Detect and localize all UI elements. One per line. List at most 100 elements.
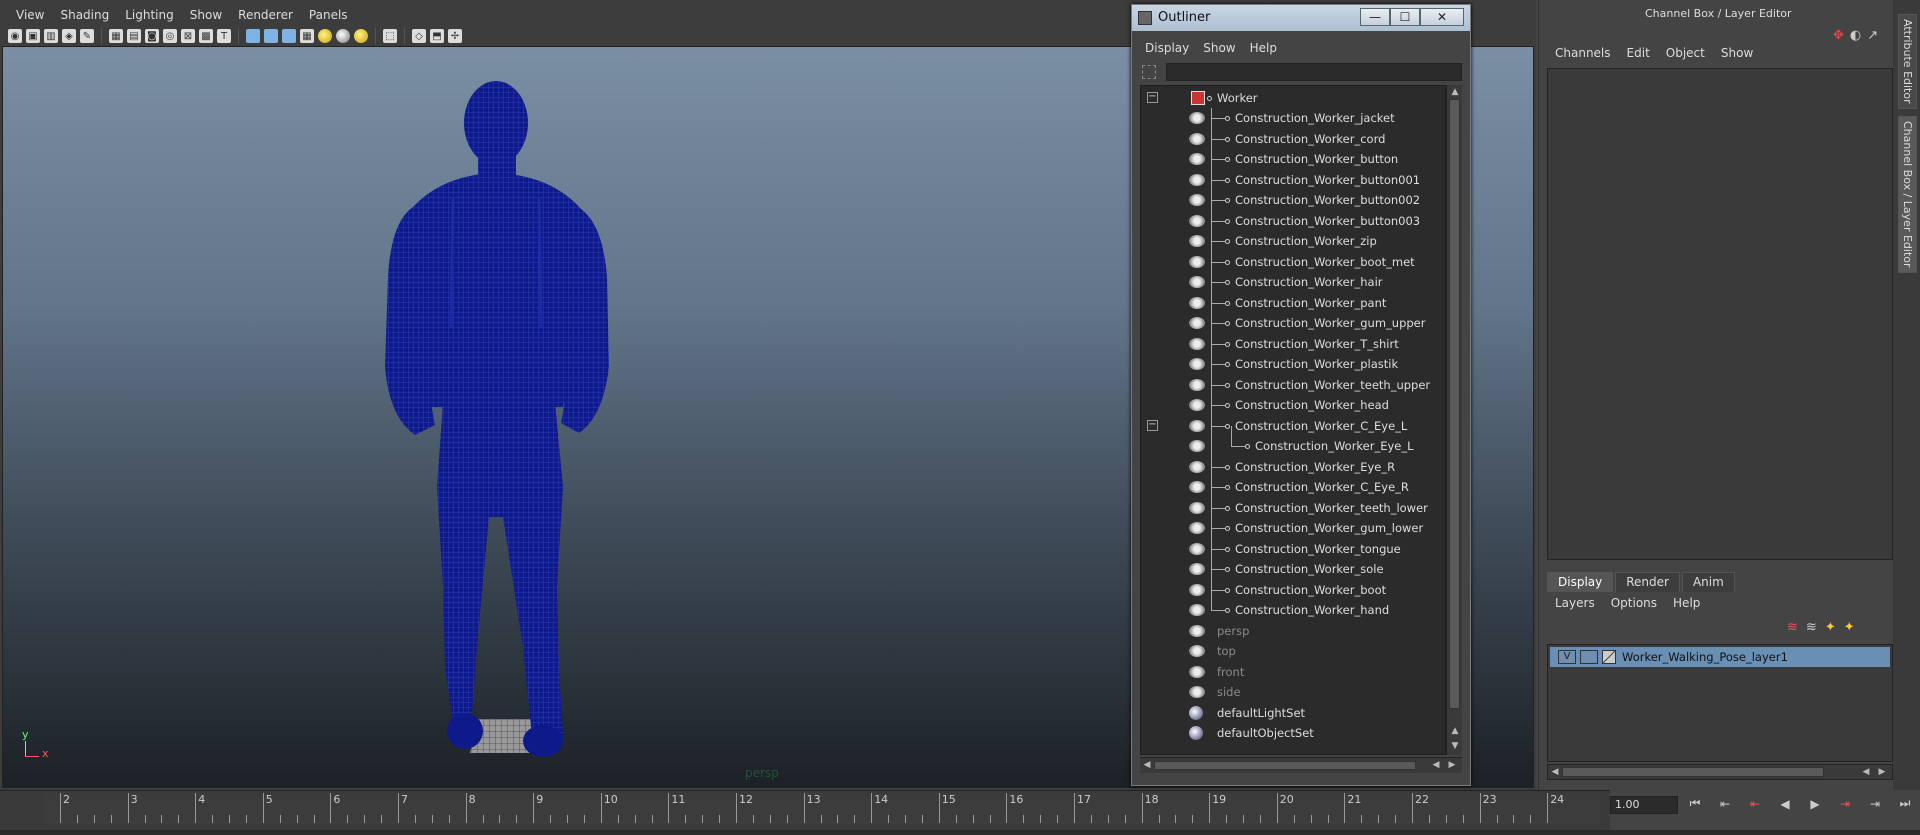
step-back-frame-icon[interactable]: ⇤ xyxy=(1746,797,1764,811)
tab-attribute-editor[interactable]: Attribute Editor xyxy=(1898,14,1917,109)
menu-shading[interactable]: Shading xyxy=(52,4,117,26)
scrollbar-thumb[interactable] xyxy=(1562,767,1824,777)
layer-color-swatch[interactable] xyxy=(1602,650,1616,664)
select-camera-icon[interactable]: ◉ xyxy=(8,29,22,43)
tree-row[interactable]: Construction_Worker_boot xyxy=(1141,580,1445,600)
step-forward-frame-icon[interactable]: ⇥ xyxy=(1836,797,1854,811)
tree-row[interactable]: Construction_Worker_pant xyxy=(1141,293,1445,313)
go-to-end-icon[interactable]: ⏭ xyxy=(1896,796,1914,811)
time-slider-track[interactable]: 2 3 4 5 6 7 8 9 10 11 12 13 14 15 16 17 18 19 20 21 22 23 24 xyxy=(44,793,1600,825)
tree-row[interactable]: Construction_Worker_hand xyxy=(1141,600,1445,620)
scroll-left-icon[interactable]: ◀ xyxy=(1549,766,1561,778)
outliner-search-input[interactable] xyxy=(1166,63,1462,81)
layer-row[interactable]: V Worker_Walking_Pose_layer1 xyxy=(1550,647,1890,667)
menu-channels[interactable]: Channels xyxy=(1547,46,1619,60)
outliner-menu-help[interactable]: Help xyxy=(1243,41,1284,55)
field-chart-icon[interactable]: ⊠ xyxy=(181,29,195,43)
scrollbar-thumb[interactable] xyxy=(1449,99,1460,709)
tree-row-camera[interactable]: top xyxy=(1141,641,1445,661)
tree-row-root[interactable]: − Worker xyxy=(1141,88,1445,108)
tree-row[interactable]: Construction_Worker_Eye_R xyxy=(1141,457,1445,477)
current-frame-field[interactable]: 1.00 xyxy=(1610,796,1678,814)
tree-row[interactable]: Construction_Worker_gum_upper xyxy=(1141,313,1445,333)
add-selected-icon[interactable]: ✦ xyxy=(1844,620,1855,635)
outliner-menu-display[interactable]: Display xyxy=(1138,41,1196,55)
menu-show[interactable]: Show xyxy=(182,4,230,26)
bookmarks-icon[interactable]: ▥ xyxy=(44,29,58,43)
menu-object[interactable]: Object xyxy=(1658,46,1713,60)
add-to-layer-icon[interactable]: ✦ xyxy=(1825,620,1836,635)
scroll-left-icon[interactable]: ◀ xyxy=(1860,766,1872,778)
play-forwards-icon[interactable]: ▶ xyxy=(1806,797,1824,811)
tree-row[interactable]: Construction_Worker_zip xyxy=(1141,231,1445,251)
isolate-select-icon[interactable]: ⬚ xyxy=(383,29,397,43)
rotate-tool-icon[interactable]: ◐ xyxy=(1850,28,1861,43)
scroll-up-icon[interactable]: ▲ xyxy=(1449,725,1461,737)
tree-row-camera[interactable]: persp xyxy=(1141,621,1445,641)
hud-icon[interactable]: ✢ xyxy=(448,29,462,43)
wireframe-on-shaded-icon[interactable] xyxy=(282,29,296,43)
menu-show[interactable]: Show xyxy=(1713,46,1761,60)
scroll-left-icon[interactable]: ◀ xyxy=(1141,759,1153,771)
menu-view[interactable]: View xyxy=(8,4,52,26)
scale-tool-icon[interactable]: ↗ xyxy=(1867,28,1878,43)
tree-row[interactable]: Construction_Worker_T_shirt xyxy=(1141,334,1445,354)
scroll-down-icon[interactable]: ▼ xyxy=(1449,740,1461,752)
default-light-icon[interactable] xyxy=(354,29,368,43)
tree-row[interactable]: Construction_Worker_teeth_upper xyxy=(1141,375,1445,395)
layer-horizontal-scrollbar[interactable]: ◀ ◀ ▶ xyxy=(1547,764,1893,780)
menu-edit[interactable]: Edit xyxy=(1619,46,1658,60)
menu-layers[interactable]: Layers xyxy=(1547,596,1603,610)
maximize-button[interactable]: ☐ xyxy=(1390,8,1420,26)
shadows-icon[interactable] xyxy=(336,29,350,43)
tab-channel-box[interactable]: Channel Box / Layer Editor xyxy=(1898,116,1917,273)
play-backwards-icon[interactable]: ◀ xyxy=(1776,797,1794,811)
go-to-start-icon[interactable]: ⏮ xyxy=(1686,796,1704,811)
layer-playback-toggle[interactable] xyxy=(1580,650,1598,664)
tree-row-camera[interactable]: front xyxy=(1141,662,1445,682)
tree-row-camera[interactable]: side xyxy=(1141,682,1445,702)
tree-row[interactable]: Construction_Worker_button002 xyxy=(1141,190,1445,210)
tree-row[interactable]: − Construction_Worker_C_Eye_L xyxy=(1141,416,1445,436)
filter-icon[interactable] xyxy=(1142,65,1156,79)
two-d-pan-zoom-icon[interactable]: ✎ xyxy=(80,29,94,43)
grid-icon[interactable]: ▦ xyxy=(109,29,123,43)
minimize-button[interactable]: — xyxy=(1360,8,1390,26)
outliner-menu-show[interactable]: Show xyxy=(1196,41,1242,55)
textured-icon[interactable]: ▦ xyxy=(300,29,314,43)
resolution-gate-icon[interactable]: ◙ xyxy=(145,29,159,43)
tree-row[interactable]: Construction_Worker_jacket xyxy=(1141,108,1445,128)
new-layer-empty-icon[interactable]: ≋ xyxy=(1787,620,1798,635)
tree-row[interactable]: Construction_Worker_button xyxy=(1141,149,1445,169)
channel-list-area[interactable] xyxy=(1547,68,1893,560)
menu-options[interactable]: Options xyxy=(1603,596,1665,610)
menu-help[interactable]: Help xyxy=(1665,596,1708,610)
tree-row[interactable]: Construction_Worker_boot_met xyxy=(1141,252,1445,272)
scroll-right-icon[interactable]: ▶ xyxy=(1876,766,1888,778)
range-slider[interactable] xyxy=(0,830,1920,835)
scroll-left-icon[interactable]: ◀ xyxy=(1430,759,1442,771)
smooth-shade-icon[interactable] xyxy=(264,29,278,43)
tree-row[interactable]: Construction_Worker_button003 xyxy=(1141,211,1445,231)
collapse-toggle[interactable]: − xyxy=(1147,92,1158,103)
menu-lighting[interactable]: Lighting xyxy=(117,4,182,26)
tab-anim[interactable]: Anim xyxy=(1681,572,1735,592)
outliner-tree[interactable]: − Worker Construction_Worker_jacket Const… xyxy=(1140,85,1446,755)
tree-row[interactable]: Construction_Worker_sole xyxy=(1141,559,1445,579)
tab-render[interactable]: Render xyxy=(1615,572,1680,592)
tree-row[interactable]: Construction_Worker_button001 xyxy=(1141,170,1445,190)
tree-row[interactable]: Construction_Worker_head xyxy=(1141,395,1445,415)
film-gate-icon[interactable]: ▤ xyxy=(127,29,141,43)
scroll-up-icon[interactable]: ▲ xyxy=(1449,86,1461,98)
gate-mask-icon[interactable]: ◎ xyxy=(163,29,177,43)
tree-row-set[interactable]: defaultLightSet xyxy=(1141,703,1445,723)
step-back-key-icon[interactable]: ⇤ xyxy=(1716,797,1734,811)
outliner-titlebar[interactable]: Outliner — ☐ ✕ xyxy=(1132,5,1470,31)
safe-title-icon[interactable]: T xyxy=(217,29,231,43)
tree-row[interactable]: Construction_Worker_tongue xyxy=(1141,539,1445,559)
tree-row-set[interactable]: defaultObjectSet xyxy=(1141,723,1445,743)
time-slider[interactable]: 2 3 4 5 6 7 8 9 10 11 12 13 14 15 16 17 18 19 20 21 22 23 24 xyxy=(0,790,1610,830)
outliner-vertical-scrollbar[interactable]: ▲ ▲ ▼ xyxy=(1446,85,1462,755)
tree-row[interactable]: Construction_Worker_teeth_lower xyxy=(1141,498,1445,518)
layer-list[interactable]: V Worker_Walking_Pose_layer1 xyxy=(1547,644,1893,762)
